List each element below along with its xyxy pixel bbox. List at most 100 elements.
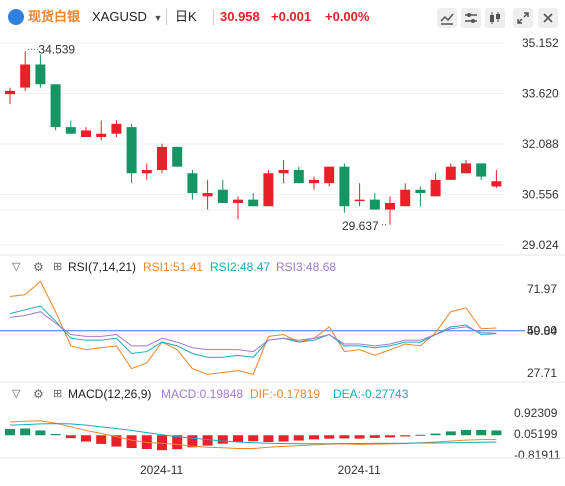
candle-body [461,163,471,174]
dif-value: DIF:-0.17819 [250,387,321,401]
candle-body [324,166,335,184]
macd-bar [263,435,274,443]
candle-body [476,163,487,177]
macd-bar [96,435,107,444]
macd-bar [50,434,61,436]
macd-bar [491,430,502,436]
candle-body [430,179,441,197]
brand-logo-icon [8,9,24,25]
candle-body [126,127,137,174]
brand-name: 现货白银 [28,9,81,24]
divider [166,9,167,25]
macd-bar [278,435,289,442]
macd-bar [339,435,350,439]
y-tick-label: 0.05199 [514,427,558,441]
candle-body [385,202,395,210]
add-indicator-icon[interactable]: ⊞ [53,386,67,400]
macd-bar [415,434,426,436]
symbol-selector[interactable]: XAGUSD ▼ [92,9,162,26]
y-tick-label: -0.81911 [514,448,561,462]
candle-body [157,146,167,170]
candle-body [172,146,183,167]
y-tick-label: 35.152 [522,36,559,50]
macd-bar [369,435,380,438]
macd-bar [35,430,46,436]
macd-bar [81,435,91,442]
y-tick-label: 27.71 [527,366,557,380]
dropdown-icon: ▼ [153,13,163,23]
settings-icon[interactable]: ⚙ [33,386,47,401]
candle-body [141,169,152,174]
price-change-pct: +0.00% [325,9,370,24]
price-change: +0.001 [271,9,312,24]
candle-body [20,64,31,88]
macd-bar [324,435,335,439]
draw-line-icon[interactable] [437,8,457,28]
macd-value: MACD:0.19848 [161,387,244,401]
macd-bar [126,435,137,449]
current-price: 30.958 [220,9,260,24]
x-tick-label: 2024-11 [140,463,183,477]
low-annotation: 29.637 [342,219,379,233]
high-annotation: 34.539 [38,42,75,56]
rsi1-value: RSI1:51.41 [143,260,204,274]
candle-body [217,189,228,203]
rsi-line-1 [9,280,497,375]
period-selector[interactable]: 日K [175,9,197,25]
candle-body [65,127,76,134]
candle-body [369,199,380,210]
candle-body [445,166,456,180]
candle-body [248,199,259,207]
rsi3-value: RSI3:48.68 [276,260,337,274]
fullscreen-icon[interactable] [513,8,533,28]
candle-body [400,189,411,207]
collapse-icon[interactable]: ▽ [12,386,26,400]
candle-body [96,133,107,138]
candle-body [309,179,319,184]
dea-value: DEA:-0.27743 [333,387,409,401]
y-tick-label: 29.024 [522,238,559,252]
y-tick-label: 0.92309 [514,406,558,420]
macd-bar [309,435,319,440]
rsi2-value: RSI2:48.47 [210,260,271,274]
macd-bar [445,431,456,436]
candle-body [202,193,213,197]
candle-body [415,189,426,194]
y-tick-label: 30.556 [522,188,559,202]
macd-bar [248,435,259,442]
y-tick-label: 32.088 [522,137,559,151]
candle-style-icon[interactable] [485,8,505,28]
candle-body [111,123,122,134]
y-tick-label: 71.97 [527,282,557,296]
chart-toolbar: 现货白银 XAGUSD ▼ 日K 30.958 +0.001 +0.00% [0,0,565,34]
macd-bar [65,435,76,439]
candle-body [233,199,243,203]
reference-label: 50.00 [527,324,557,338]
divider [213,9,214,25]
rsi-line-3 [9,311,497,353]
collapse-icon[interactable]: ▽ [12,259,26,273]
candle-body [278,169,289,174]
macd-bar [476,429,487,436]
close-icon[interactable] [538,8,558,28]
macd-title: MACD(12,26,9) [68,387,152,401]
macd-bar [202,435,213,446]
macd-bar [461,429,471,436]
macd-bar [354,435,365,439]
rsi-legend: ▽ ⚙ ⊞ RSI(7,14,21) RSI1:51.41 RSI2:48.47… [0,259,565,275]
candle-body [263,173,274,207]
candle-body [354,199,365,202]
y-tick-label: 33.620 [522,87,559,101]
macd-bar [385,435,395,438]
indicator-icon[interactable] [461,8,481,28]
add-indicator-icon[interactable]: ⊞ [53,259,67,273]
macd-legend: ▽ ⚙ ⊞ MACD(12,26,9) MACD:0.19848 DIF:-0.… [0,386,565,402]
candle-body [35,64,46,85]
macd-bar [400,435,411,437]
candle-body [293,169,304,184]
settings-icon[interactable]: ⚙ [33,259,47,274]
candle-body [491,181,502,187]
rsi-title: RSI(7,14,21) [68,260,137,274]
macd-bar [20,428,31,436]
candle-body [5,90,15,95]
